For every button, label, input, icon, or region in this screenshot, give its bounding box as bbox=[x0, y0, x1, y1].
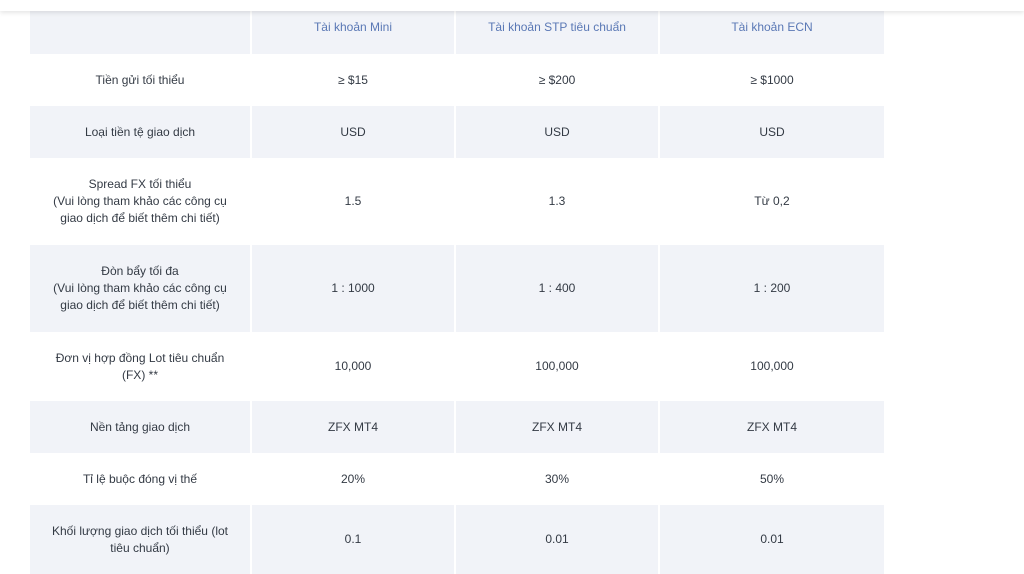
cell-mini: ZFX MT4 bbox=[252, 401, 456, 453]
cell-ecn: ≥ $1000 bbox=[660, 54, 884, 106]
table-row: Spread FX tối thiểu (Vui lòng tham khảo … bbox=[30, 158, 884, 245]
table-row: Loại tiền tệ giao dịch USD USD USD bbox=[30, 106, 884, 158]
top-navigation-bar bbox=[0, 0, 1024, 11]
cell-ecn: 0.01 bbox=[660, 505, 884, 574]
cell-stp: USD bbox=[456, 106, 660, 158]
table-row: Tỉ lệ buộc đóng vị thế 20% 30% 50% bbox=[30, 453, 884, 505]
row-label: Nền tảng giao dịch bbox=[30, 401, 252, 453]
table-row: Khối lượng giao dịch tối thiểu (lot tiêu… bbox=[30, 505, 884, 574]
cell-mini: 1 : 1000 bbox=[252, 245, 456, 332]
cell-ecn: 1 : 200 bbox=[660, 245, 884, 332]
table-row: Nền tảng giao dịch ZFX MT4 ZFX MT4 ZFX M… bbox=[30, 401, 884, 453]
table-row: Đơn vị hợp đồng Lot tiêu chuẩn (FX) ** 1… bbox=[30, 332, 884, 401]
row-label: Tỉ lệ buộc đóng vị thế bbox=[30, 453, 252, 505]
cell-stp: 100,000 bbox=[456, 332, 660, 401]
row-label: Tiền gửi tối thiểu bbox=[30, 54, 252, 106]
cell-ecn: USD bbox=[660, 106, 884, 158]
cell-stp: 1 : 400 bbox=[456, 245, 660, 332]
cell-ecn: 50% bbox=[660, 453, 884, 505]
table-row: Đòn bẩy tối đa (Vui lòng tham khảo các c… bbox=[30, 245, 884, 332]
row-label: Đòn bẩy tối đa (Vui lòng tham khảo các c… bbox=[30, 245, 252, 332]
cell-mini: 10,000 bbox=[252, 332, 456, 401]
row-label: Khối lượng giao dịch tối thiểu (lot tiêu… bbox=[30, 505, 252, 574]
cell-stp: ZFX MT4 bbox=[456, 401, 660, 453]
row-label: Spread FX tối thiểu (Vui lòng tham khảo … bbox=[30, 158, 252, 245]
cell-stp: 1.3 bbox=[456, 158, 660, 245]
cell-mini: 20% bbox=[252, 453, 456, 505]
row-label: Đơn vị hợp đồng Lot tiêu chuẩn (FX) ** bbox=[30, 332, 252, 401]
cell-ecn: ZFX MT4 bbox=[660, 401, 884, 453]
cell-ecn: Từ 0,2 bbox=[660, 158, 884, 245]
account-comparison-table: Tài khoản Mini Tài khoản STP tiêu chuẩn … bbox=[30, 0, 884, 574]
table-row: Tiền gửi tối thiểu ≥ $15 ≥ $200 ≥ $1000 bbox=[30, 54, 884, 106]
cell-mini: 0.1 bbox=[252, 505, 456, 574]
row-label: Loại tiền tệ giao dịch bbox=[30, 106, 252, 158]
cell-mini: USD bbox=[252, 106, 456, 158]
cell-stp: 30% bbox=[456, 453, 660, 505]
cell-ecn: 100,000 bbox=[660, 332, 884, 401]
cell-stp: 0.01 bbox=[456, 505, 660, 574]
cell-mini: ≥ $15 bbox=[252, 54, 456, 106]
cell-stp: ≥ $200 bbox=[456, 54, 660, 106]
cell-mini: 1.5 bbox=[252, 158, 456, 245]
